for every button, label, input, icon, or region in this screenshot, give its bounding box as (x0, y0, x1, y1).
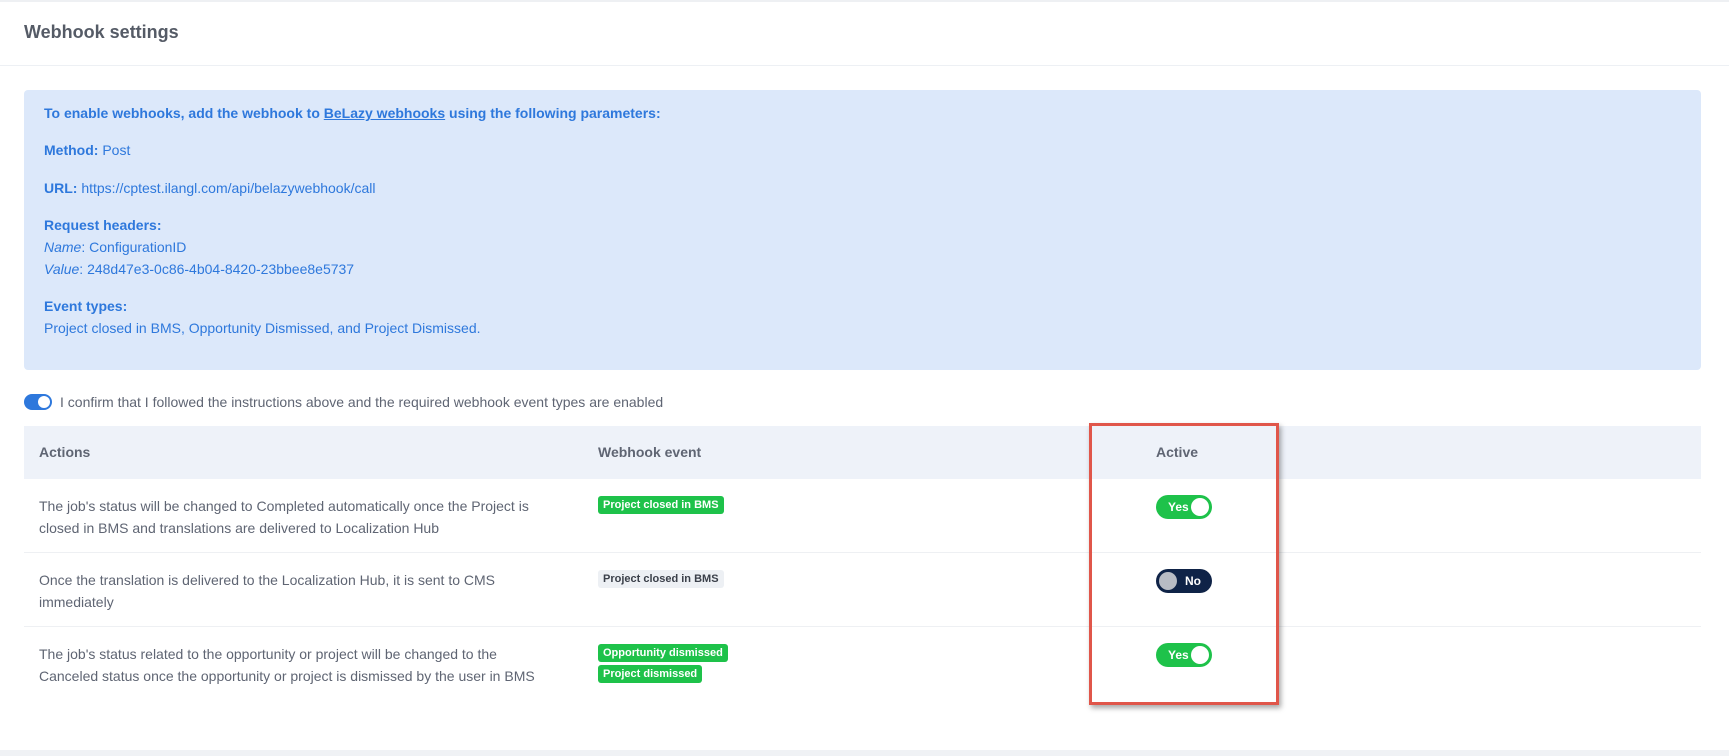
page-title: Webhook settings (24, 22, 179, 42)
table-row: The job's status related to the opportun… (24, 627, 1701, 707)
event-cell: Project closed in BMS (598, 496, 724, 517)
card-header: Webhook settings (0, 2, 1729, 66)
header-value-line: Value: 248d47e3-0c86-4b04-8420-23bbee8e5… (44, 261, 354, 277)
toggle-knob (1191, 498, 1209, 516)
toggle-label: Yes (1168, 500, 1189, 514)
name-value: : ConfigurationID (81, 239, 187, 255)
column-header-active: Active (1156, 444, 1199, 460)
event-badge: Project closed in BMS (598, 496, 724, 514)
confirm-row: I confirm that I followed the instructio… (24, 393, 663, 411)
header-name-line: Name: ConfigurationID (44, 239, 186, 255)
table-header: Actions Webhook event Active (24, 426, 1701, 479)
event-types-value: Project closed in BMS, Opportunity Dismi… (44, 320, 481, 336)
action-text: The job's status will be changed to Comp… (39, 498, 529, 536)
event-cell: Opportunity dismissed Project dismissed (598, 644, 728, 686)
active-cell: Yes (1156, 495, 1212, 519)
url-value: https://cptest.ilangl.com/api/belazywebh… (81, 180, 376, 196)
value-key: Value (44, 261, 80, 277)
intro-suffix: using the following parameters: (445, 105, 661, 121)
intro-prefix: To enable webhooks, add the webhook to (44, 105, 324, 121)
active-cell: No (1156, 569, 1212, 593)
action-text: The job's status related to the opportun… (39, 646, 535, 684)
event-badge: Project dismissed (598, 665, 703, 683)
toggle-label: No (1185, 574, 1201, 588)
action-text: Once the translation is delivered to the… (39, 572, 496, 610)
column-header-event: Webhook event (598, 444, 702, 460)
toggle-knob (1191, 646, 1209, 664)
url-label: URL: (44, 180, 78, 196)
active-toggle[interactable]: No (1156, 569, 1212, 593)
confirm-text: I confirm that I followed the instructio… (60, 394, 664, 410)
event-badge: Opportunity dismissed (598, 644, 728, 662)
belazy-webhooks-link[interactable]: BeLazy webhooks (324, 105, 445, 121)
column-header-actions: Actions (39, 444, 91, 460)
event-types-label: Event types: (44, 298, 128, 314)
toggle-knob (1159, 572, 1177, 590)
active-cell: Yes (1156, 643, 1212, 667)
table-row: Once the translation is delivered to the… (24, 553, 1701, 627)
webhook-settings-card: Webhook settings To enable webhooks, add… (0, 0, 1729, 750)
url-line: URL: https://cptest.ilangl.com/api/belaz… (44, 180, 376, 196)
active-toggle[interactable]: Yes (1156, 495, 1212, 519)
name-key: Name (44, 239, 82, 255)
confirm-toggle[interactable] (24, 394, 52, 410)
value-value: : 248d47e3-0c86-4b04-8420-23bbee8e5737 (79, 261, 355, 277)
method-value: Post (102, 142, 131, 158)
active-toggle[interactable]: Yes (1156, 643, 1212, 667)
instructions-box: To enable webhooks, add the webhook to B… (24, 90, 1701, 370)
method-label: Method: (44, 142, 99, 158)
toggle-label: Yes (1168, 648, 1189, 662)
event-cell: Project closed in BMS (598, 570, 724, 591)
event-badge: Project closed in BMS (598, 570, 724, 588)
instructions-intro: To enable webhooks, add the webhook to B… (44, 105, 661, 121)
method-line: Method: Post (44, 142, 130, 158)
headers-label: Request headers: (44, 217, 162, 233)
webhook-actions-table: Actions Webhook event Active The job's s… (24, 426, 1701, 707)
table-row: The job's status will be changed to Comp… (24, 479, 1701, 553)
